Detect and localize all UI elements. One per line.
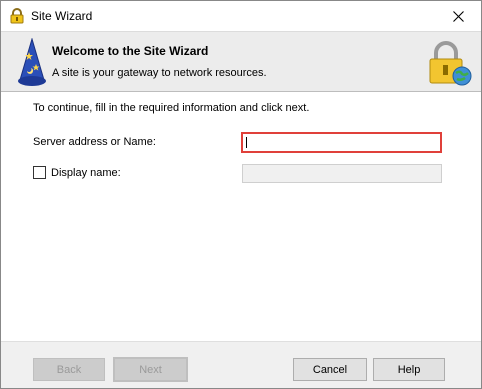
wizard-hat-icon — [18, 38, 46, 86]
window-title: Site Wizard — [31, 9, 93, 23]
display-name-input — [242, 164, 442, 183]
server-address-label: Server address or Name: — [33, 136, 156, 148]
display-name-label[interactable]: Display name: — [51, 167, 121, 179]
close-icon — [452, 10, 464, 22]
display-name-checkbox[interactable] — [33, 166, 46, 179]
close-button[interactable] — [435, 1, 481, 31]
help-button[interactable]: Help — [373, 358, 445, 381]
lock-globe-icon — [429, 41, 472, 86]
wizard-header: Welcome to the Site Wizard A site is you… — [1, 31, 481, 92]
text-caret — [246, 137, 247, 148]
instruction-text: To continue, fill in the required inform… — [33, 102, 310, 114]
button-bar: Back Next Cancel Help — [1, 341, 481, 388]
banner-subtitle: A site is your gateway to network resour… — [52, 67, 267, 79]
next-button[interactable]: Next — [113, 357, 188, 382]
banner-title: Welcome to the Site Wizard — [52, 44, 209, 58]
padlock-icon — [10, 8, 24, 24]
site-wizard-window: Site Wizard Welcome to the Site Wizard A… — [0, 0, 482, 389]
back-button[interactable]: Back — [33, 358, 105, 381]
server-address-input[interactable] — [241, 132, 442, 153]
title-bar: Site Wizard — [1, 1, 481, 31]
cancel-button[interactable]: Cancel — [293, 358, 367, 381]
